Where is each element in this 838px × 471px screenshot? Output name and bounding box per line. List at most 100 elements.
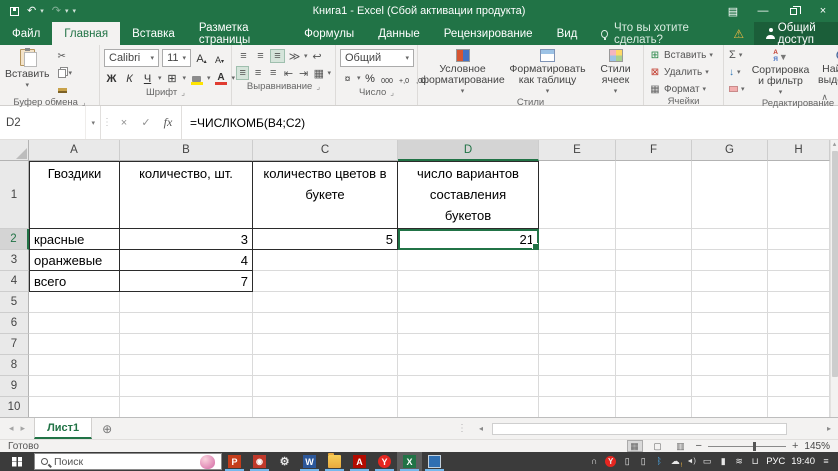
taskbar-excel[interactable]: X bbox=[397, 452, 422, 471]
insert-function-button[interactable]: fx bbox=[157, 115, 179, 130]
cell-F9[interactable] bbox=[616, 376, 692, 397]
column-header-F[interactable]: F bbox=[616, 140, 692, 161]
hscroll-track[interactable] bbox=[490, 422, 820, 435]
number-format-select[interactable]: Общий ▾ bbox=[340, 49, 414, 67]
cell-D7[interactable] bbox=[398, 334, 539, 355]
cell-D6[interactable] bbox=[398, 313, 539, 334]
cell-styles-button[interactable]: Стили ячеек ▾ bbox=[590, 46, 642, 97]
copy-button[interactable]: ▾ bbox=[56, 66, 75, 80]
close-button[interactable]: × bbox=[808, 0, 838, 22]
paste-dropdown-icon[interactable]: ▾ bbox=[26, 80, 30, 91]
select-all-button[interactable] bbox=[0, 140, 29, 161]
cell-F1[interactable] bbox=[616, 161, 692, 229]
decrease-indent-button[interactable]: ⇤ bbox=[282, 66, 295, 80]
next-sheet-icon[interactable]: ▸ bbox=[21, 423, 26, 434]
ribbon-display-options-button[interactable]: ▤ bbox=[718, 0, 748, 22]
italic-button[interactable]: К bbox=[122, 70, 137, 86]
row-header-10[interactable]: 10 bbox=[0, 397, 29, 417]
conditional-formatting-button[interactable]: Условное форматирование ▾ bbox=[420, 46, 506, 97]
clipboard-dialog-launcher[interactable]: ⌟ bbox=[82, 98, 86, 107]
taskbar-powerpoint[interactable]: P bbox=[222, 452, 247, 471]
cell-D5[interactable] bbox=[398, 292, 539, 313]
row-header-9[interactable]: 9 bbox=[0, 376, 29, 397]
copy-dropdown-icon[interactable]: ▾ bbox=[69, 69, 73, 77]
notification-center-icon[interactable]: ≡ bbox=[821, 456, 831, 468]
redo-dropdown-icon[interactable]: ▾ bbox=[65, 7, 69, 15]
row-header-8[interactable]: 8 bbox=[0, 355, 29, 376]
zoom-level[interactable]: 145% bbox=[804, 441, 830, 452]
tablet-icon[interactable]: ▯ bbox=[638, 456, 648, 468]
formula-input[interactable]: =ЧИСЛКОМБ(B4;C2) bbox=[182, 106, 305, 139]
cell-C4[interactable] bbox=[253, 271, 398, 292]
format-button[interactable]: ▦ Формат ▾ bbox=[647, 82, 720, 96]
cell-F7[interactable] bbox=[616, 334, 692, 355]
row-header-4[interactable]: 4 bbox=[0, 271, 29, 292]
taskbar-settings[interactable]: ⚙ bbox=[272, 452, 297, 471]
autosum-button[interactable]: Σ ▾ bbox=[727, 48, 747, 62]
orientation-dropdown-icon[interactable]: ▾ bbox=[304, 52, 308, 60]
cell-F8[interactable] bbox=[616, 355, 692, 376]
fill-color-dropdown-icon[interactable]: ▾ bbox=[207, 74, 211, 82]
tab-file[interactable]: Файл bbox=[0, 22, 52, 45]
cell-G6[interactable] bbox=[692, 313, 768, 334]
vertical-scrollbar-thumb[interactable] bbox=[831, 151, 838, 377]
increase-indent-button[interactable]: ⇥ bbox=[297, 66, 310, 80]
language-indicator[interactable]: РУС bbox=[766, 456, 785, 467]
cell-B4[interactable]: 7 bbox=[120, 271, 253, 292]
formula-bar-grip[interactable]: ⋮ bbox=[101, 106, 113, 139]
sheet-tab-active[interactable]: Лист1 bbox=[34, 418, 93, 439]
cell-C6[interactable] bbox=[253, 313, 398, 334]
row-header-7[interactable]: 7 bbox=[0, 334, 29, 355]
cell-D1[interactable]: число вариантов составления букетов bbox=[398, 161, 539, 229]
view-normal-button[interactable]: ▦ bbox=[626, 440, 643, 452]
cell-D9[interactable] bbox=[398, 376, 539, 397]
zoom-slider[interactable] bbox=[707, 441, 786, 451]
cell-H7[interactable] bbox=[768, 334, 830, 355]
column-header-D[interactable]: D bbox=[398, 140, 539, 161]
row-header-2[interactable]: 2 bbox=[0, 229, 29, 250]
decrease-font-button[interactable]: А ▾ bbox=[212, 50, 227, 66]
usb-icon[interactable]: ⊔ bbox=[750, 456, 760, 468]
cell-F2[interactable] bbox=[616, 229, 692, 250]
cell-C8[interactable] bbox=[253, 355, 398, 376]
taskbar-yandex-browser[interactable]: Y bbox=[372, 452, 397, 471]
merge-center-button[interactable]: ▦ bbox=[312, 66, 325, 80]
scroll-right-icon[interactable]: ▸ bbox=[823, 424, 835, 433]
new-sheet-button[interactable]: ⊕ bbox=[92, 418, 122, 439]
cell-H1[interactable] bbox=[768, 161, 830, 229]
headset-icon[interactable]: ∩ bbox=[589, 456, 599, 468]
font-name-select[interactable]: Calibri ▾ bbox=[104, 49, 160, 67]
cell-D10[interactable] bbox=[398, 397, 539, 417]
cell-F3[interactable] bbox=[616, 250, 692, 271]
yandex-tray-icon[interactable]: Y bbox=[605, 456, 617, 467]
borders-dropdown-icon[interactable]: ▾ bbox=[183, 74, 187, 82]
column-header-E[interactable]: E bbox=[539, 140, 616, 161]
network-icon[interactable]: ≋ bbox=[734, 456, 744, 468]
column-header-B[interactable]: B bbox=[120, 140, 253, 161]
cell-D3[interactable] bbox=[398, 250, 539, 271]
customize-qat-icon[interactable]: ▾ bbox=[72, 7, 76, 15]
zoom-slider-thumb[interactable] bbox=[753, 441, 757, 451]
cell-G7[interactable] bbox=[692, 334, 768, 355]
cell-G3[interactable] bbox=[692, 250, 768, 271]
cell-A6[interactable] bbox=[29, 313, 120, 334]
tab-data[interactable]: Данные bbox=[366, 22, 432, 45]
cell-A9[interactable] bbox=[29, 376, 120, 397]
taskbar-remote-desktop[interactable] bbox=[422, 452, 447, 471]
taskbar-search[interactable]: Поиск bbox=[34, 453, 222, 470]
phone-icon[interactable]: ▯ bbox=[622, 456, 632, 468]
delete-cells-button[interactable]: ⊠ Удалить ▾ bbox=[647, 65, 720, 79]
cell-F6[interactable] bbox=[616, 313, 692, 334]
align-top-button[interactable]: ≡ bbox=[236, 49, 251, 63]
column-header-C[interactable]: C bbox=[253, 140, 398, 161]
onedrive-icon[interactable]: ☁! bbox=[670, 456, 683, 469]
column-header-A[interactable]: A bbox=[29, 140, 120, 161]
share-button[interactable]: Общий доступ bbox=[754, 22, 838, 46]
tab-view[interactable]: Вид bbox=[545, 22, 590, 45]
taskbar-word[interactable]: W bbox=[297, 452, 322, 471]
cell-H3[interactable] bbox=[768, 250, 830, 271]
cell-E4[interactable] bbox=[539, 271, 616, 292]
column-header-H[interactable]: H bbox=[768, 140, 830, 161]
cell-B2[interactable]: 3 bbox=[120, 229, 253, 250]
percent-style-button[interactable]: % bbox=[363, 70, 378, 86]
